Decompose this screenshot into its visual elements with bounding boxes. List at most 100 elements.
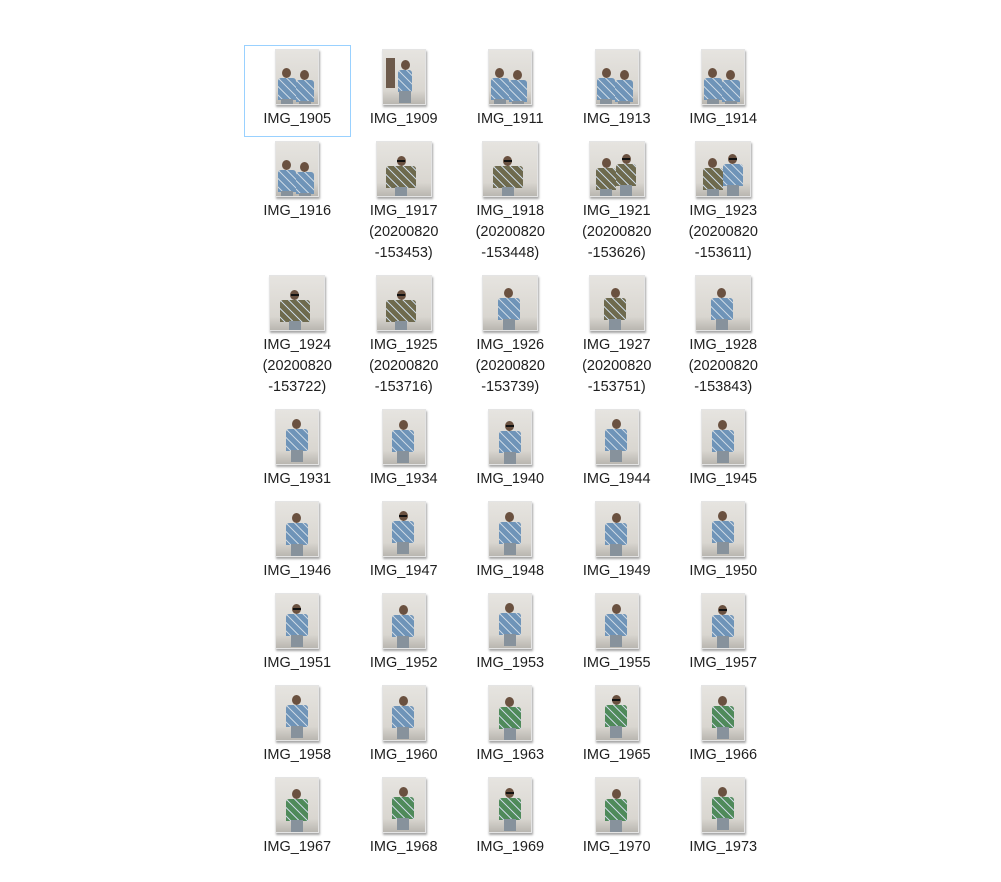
photo-thumbnail-icon[interactable] [594,501,639,557]
photo-thumbnail-icon[interactable] [594,685,639,741]
photo-thumbnail-icon[interactable] [488,593,533,649]
file-item[interactable]: IMG_1905 [244,45,351,137]
file-name-label: IMG_1968 [370,837,438,864]
file-item[interactable]: IMG_1947 [351,497,458,589]
file-name-line: IMG_1925 [369,337,438,353]
photo-thumbnail-icon[interactable] [482,275,539,331]
file-item[interactable]: IMG_1960 [351,681,458,773]
file-item[interactable]: IMG_1911 [457,45,564,137]
file-item[interactable]: IMG_1951 [244,589,351,681]
file-item[interactable]: IMG_1973 [670,773,777,865]
file-item[interactable]: IMG_1969 [457,773,564,865]
file-name-line: IMG_1928 [689,337,758,353]
photo-thumbnail-icon[interactable] [381,777,426,833]
photo-thumbnail-icon[interactable] [275,777,320,833]
file-item[interactable]: IMG_1945 [670,405,777,497]
photo-thumbnail-icon[interactable] [701,49,746,105]
file-item[interactable]: IMG_1924 (20200820 -153722) [244,271,351,405]
file-name-line: -153722) [268,379,327,395]
photo-thumbnail-icon[interactable] [381,49,426,105]
thumbnail-container [671,49,776,105]
file-item[interactable]: IMG_1963 [457,681,564,773]
file-item[interactable]: IMG_1967 [244,773,351,865]
photo-thumbnail-icon[interactable] [375,141,432,197]
file-name-line: -153716) [374,379,433,395]
photo-thumbnail-icon[interactable] [695,141,752,197]
file-item[interactable]: IMG_1916 [244,137,351,271]
file-item[interactable]: IMG_1925 (20200820 -153716) [351,271,458,405]
photo-thumbnail-icon[interactable] [701,501,746,557]
file-item[interactable]: IMG_1914 [670,45,777,137]
photo-thumbnail-icon[interactable] [269,275,326,331]
file-item[interactable]: IMG_1946 [244,497,351,589]
thumbnail-container [671,275,776,331]
file-item[interactable]: IMG_1928 (20200820 -153843) [670,271,777,405]
photo-thumbnail-icon[interactable] [488,685,533,741]
file-item[interactable]: IMG_1953 [457,589,564,681]
file-item[interactable]: IMG_1918 (20200820 -153448) [457,137,564,271]
file-item[interactable]: IMG_1926 (20200820 -153739) [457,271,564,405]
file-item[interactable]: IMG_1968 [351,773,458,865]
file-name-label: IMG_1967 [263,837,331,864]
photo-thumbnail-icon[interactable] [695,275,752,331]
file-item[interactable]: IMG_1921 (20200820 -153626) [564,137,671,271]
photo-thumbnail-icon[interactable] [701,685,746,741]
photo-thumbnail-icon[interactable] [275,141,320,197]
photo-thumbnail-icon[interactable] [275,501,320,557]
file-item[interactable]: IMG_1957 [670,589,777,681]
thumbnail-container [671,141,776,197]
photo-thumbnail-icon[interactable] [381,409,426,465]
file-item[interactable]: IMG_1931 [244,405,351,497]
file-item[interactable]: IMG_1948 [457,497,564,589]
file-name-line: IMG_1967 [263,839,332,855]
photo-thumbnail-icon[interactable] [381,593,426,649]
file-item[interactable]: IMG_1958 [244,681,351,773]
photo-thumbnail-icon[interactable] [488,409,533,465]
thumbnail-container [352,275,457,331]
file-item[interactable]: IMG_1970 [564,773,671,865]
thumbnail-container [245,141,350,197]
photo-thumbnail-icon[interactable] [375,275,432,331]
thumbnail-container [352,593,457,649]
photo-thumbnail-icon[interactable] [381,501,426,557]
photo-thumbnail-icon[interactable] [701,593,746,649]
photo-thumbnail-icon[interactable] [594,777,639,833]
file-item[interactable]: IMG_1909 [351,45,458,137]
file-item[interactable]: IMG_1927 (20200820 -153751) [564,271,671,405]
file-item[interactable]: IMG_1952 [351,589,458,681]
photo-thumbnail-icon[interactable] [275,593,320,649]
file-item[interactable]: IMG_1966 [670,681,777,773]
photo-thumbnail-icon[interactable] [594,409,639,465]
photo-thumbnail-icon[interactable] [488,501,533,557]
photo-thumbnail-icon[interactable] [488,49,533,105]
file-item[interactable]: IMG_1940 [457,405,564,497]
photo-thumbnail-icon[interactable] [381,685,426,741]
file-item[interactable]: IMG_1934 [351,405,458,497]
file-item[interactable]: IMG_1944 [564,405,671,497]
photo-thumbnail-icon[interactable] [275,685,320,741]
photo-thumbnail-icon[interactable] [275,49,320,105]
photo-thumbnail-icon[interactable] [701,777,746,833]
photo-thumbnail-icon[interactable] [594,49,639,105]
thumbnail-container [352,777,457,833]
thumbnail-container [565,141,670,197]
file-name-label: IMG_1957 [689,653,757,680]
thumbnail-container [565,501,670,557]
file-name-line: IMG_1945 [689,471,758,487]
file-item[interactable]: IMG_1950 [670,497,777,589]
photo-thumbnail-icon[interactable] [488,777,533,833]
file-item[interactable]: IMG_1965 [564,681,671,773]
photo-thumbnail-icon[interactable] [275,409,320,465]
photo-thumbnail-icon[interactable] [594,593,639,649]
file-item[interactable]: IMG_1955 [564,589,671,681]
photo-thumbnail-icon[interactable] [701,409,746,465]
file-item[interactable]: IMG_1949 [564,497,671,589]
file-item[interactable]: IMG_1917 (20200820 -153453) [351,137,458,271]
photo-thumbnail-icon[interactable] [588,141,645,197]
file-item[interactable]: IMG_1913 [564,45,671,137]
file-name-label: IMG_1949 [583,561,651,588]
photo-thumbnail-icon[interactable] [482,141,539,197]
file-item[interactable]: IMG_1923 (20200820 -153611) [670,137,777,271]
photo-thumbnail-icon[interactable] [588,275,645,331]
file-name-label: IMG_1973 [689,837,757,864]
